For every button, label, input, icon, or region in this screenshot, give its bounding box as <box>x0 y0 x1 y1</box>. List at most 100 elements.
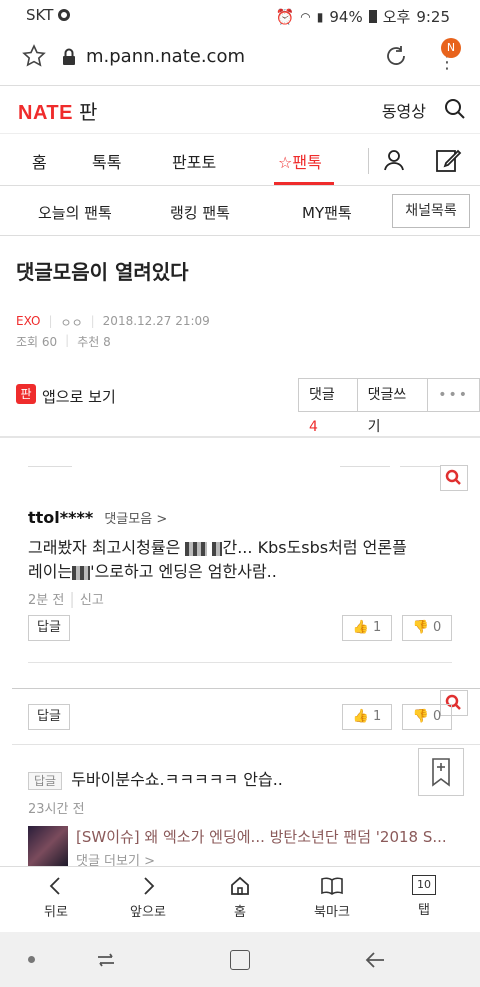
user-icon[interactable] <box>382 148 406 172</box>
site-header: NATE 판 동영상 <box>0 86 480 134</box>
sub-tabs: 오늘의 팬톡 랭킹 팬톡 MY팬톡 채널목록 <box>0 186 480 236</box>
upvote-button[interactable]: 👍 1 <box>342 615 392 641</box>
reload-icon[interactable] <box>384 44 408 68</box>
tab-home[interactable]: 홈 <box>32 149 47 173</box>
censored-image <box>72 565 91 580</box>
tab-divider <box>368 148 369 174</box>
search-icon <box>445 469 461 485</box>
app-view-link[interactable]: 앱으로 보기 <box>42 386 116 407</box>
tab-fantok[interactable]: ☆팬톡 <box>278 149 322 173</box>
post-author: ㅇㅇ <box>60 316 83 330</box>
report-link[interactable]: 신고 <box>80 593 104 608</box>
post-category[interactable]: EXO <box>16 314 40 331</box>
comment-user[interactable]: ttol**** <box>28 508 93 527</box>
sync-icon <box>58 9 71 21</box>
write-comment-button[interactable]: 댓글쓰기 <box>358 379 429 435</box>
comments-button[interactable]: 댓글 4 <box>299 379 358 435</box>
comment-button-group: 댓글 4 댓글쓰기 ••• <box>298 378 480 435</box>
tabs-button[interactable]: 10 탭 <box>384 875 464 918</box>
reply-box-border <box>12 688 480 689</box>
comment-search-button[interactable] <box>440 465 468 491</box>
tab-count-icon: 10 <box>412 875 436 895</box>
reply-item: 답글 두바이분수쇼.ㅋㅋㅋㅋㅋ 안습.. <box>28 766 283 790</box>
downvote-button[interactable]: 👎 0 <box>402 615 452 641</box>
nav-dot-icon[interactable] <box>28 956 35 963</box>
star-bookmark-icon[interactable] <box>22 44 46 68</box>
downvote-button[interactable]: 👎 0 <box>402 704 452 730</box>
censored-image <box>212 541 223 556</box>
status-bar: SKT ⏰ ◠ ▮ 94% 오후 9:25 <box>0 0 480 30</box>
reply-text: 두바이분수쇼.ㅋㅋㅋㅋㅋ 안습.. <box>71 770 283 789</box>
address-bar: m.pann.nate.com ⋮ N <box>0 30 480 86</box>
chevron-left-icon <box>49 877 60 895</box>
wifi-icon: ◠ <box>300 9 311 24</box>
home-nav-icon[interactable] <box>230 950 250 970</box>
home-button[interactable]: 홈 <box>200 875 280 920</box>
post-recommend: 추천 8 <box>77 335 111 349</box>
thumbs-down-icon: 👎 <box>412 709 429 724</box>
alarm-icon: ⏰ <box>275 7 295 26</box>
meta-divider: | <box>65 333 70 347</box>
back-nav-icon[interactable] <box>364 948 388 972</box>
url-field[interactable]: m.pann.nate.com <box>86 46 245 67</box>
nate-logo[interactable]: NATE 판 <box>18 96 98 125</box>
bookmark-button[interactable]: 북마크 <box>292 875 372 920</box>
tab-toktok[interactable]: 톡톡 <box>92 149 121 173</box>
system-nav-bar <box>0 932 480 987</box>
app-icon: 판 <box>16 384 36 404</box>
bookmark-add-button[interactable] <box>418 748 464 796</box>
active-tab-underline <box>274 182 334 185</box>
channel-list-button[interactable]: 채널목록 <box>392 194 470 228</box>
battery-icon <box>368 10 377 23</box>
tabs-label: 탭 <box>418 903 430 918</box>
action-row: 판 앱으로 보기 댓글 4 댓글쓰기 ••• <box>0 378 480 435</box>
more-options-button[interactable]: ••• <box>428 379 479 411</box>
home-icon <box>231 876 249 895</box>
home-label: 홈 <box>234 905 246 920</box>
reply-time: 23시간 전 <box>28 802 85 817</box>
back-button[interactable]: 뒤로 <box>16 875 96 920</box>
tab-panphoto[interactable]: 판포토 <box>172 149 216 173</box>
thumbs-down-icon: 👎 <box>412 620 429 635</box>
reply-button[interactable]: 답글 <box>28 704 70 730</box>
search-icon[interactable] <box>444 98 466 120</box>
subtab-ranking[interactable]: 랭킹 팬톡 <box>170 202 230 223</box>
book-icon <box>321 877 343 895</box>
lock-icon <box>63 48 75 65</box>
bookmark-add-icon <box>432 758 450 787</box>
cut-off-element <box>340 466 390 467</box>
post-views: 조회 60 <box>16 335 58 349</box>
comment-time: 2분 전 <box>28 593 65 608</box>
forward-button[interactable]: 앞으로 <box>108 875 188 920</box>
comment-divider <box>12 744 480 745</box>
ampm-label: 오후 <box>382 8 411 26</box>
battery-percent: 94% <box>329 7 363 26</box>
section-divider <box>0 436 480 438</box>
post-title: 댓글모음이 열려있다 <box>16 260 189 284</box>
video-link[interactable]: 동영상 <box>382 98 426 122</box>
post-date: 2018.12.27 21:09 <box>102 314 210 328</box>
related-article-link[interactable]: [SW이슈] 왜 엑소가 엔딩에... 방탄소년단 팬덤 '2018 S... <box>76 826 466 847</box>
carrier-label: SKT <box>26 6 71 24</box>
comment-meta: 2분 전 | 신고 <box>28 589 104 608</box>
comment-board-link[interactable]: 댓글모음 > <box>104 512 167 527</box>
forward-label: 앞으로 <box>130 905 166 920</box>
write-icon[interactable] <box>434 146 462 174</box>
reply-button[interactable]: 답글 <box>28 615 70 641</box>
reply-tag: 답글 <box>28 772 63 790</box>
post-meta: EXO | ㅇㅇ | 2018.12.27 21:09 <box>16 314 210 331</box>
recent-apps-icon[interactable] <box>94 948 118 972</box>
browser-toolbar: 뒤로 앞으로 홈 북마크 10 탭 <box>0 866 480 932</box>
censored-image <box>185 541 208 556</box>
thumbs-up-icon: 👍 <box>352 709 369 724</box>
thumbs-up-icon: 👍 <box>352 620 369 635</box>
meta-divider: | <box>48 314 53 328</box>
signal-icon: ▮ <box>316 9 324 24</box>
comment-header: ttol**** 댓글모음 > <box>28 508 167 527</box>
related-thumbnail[interactable] <box>28 826 68 866</box>
upvote-button[interactable]: 👍 1 <box>342 704 392 730</box>
meta-divider: | <box>90 314 95 328</box>
subtab-today[interactable]: 오늘의 팬톡 <box>38 202 112 223</box>
chevron-right-icon <box>144 877 155 895</box>
subtab-my[interactable]: MY팬톡 <box>302 202 352 223</box>
